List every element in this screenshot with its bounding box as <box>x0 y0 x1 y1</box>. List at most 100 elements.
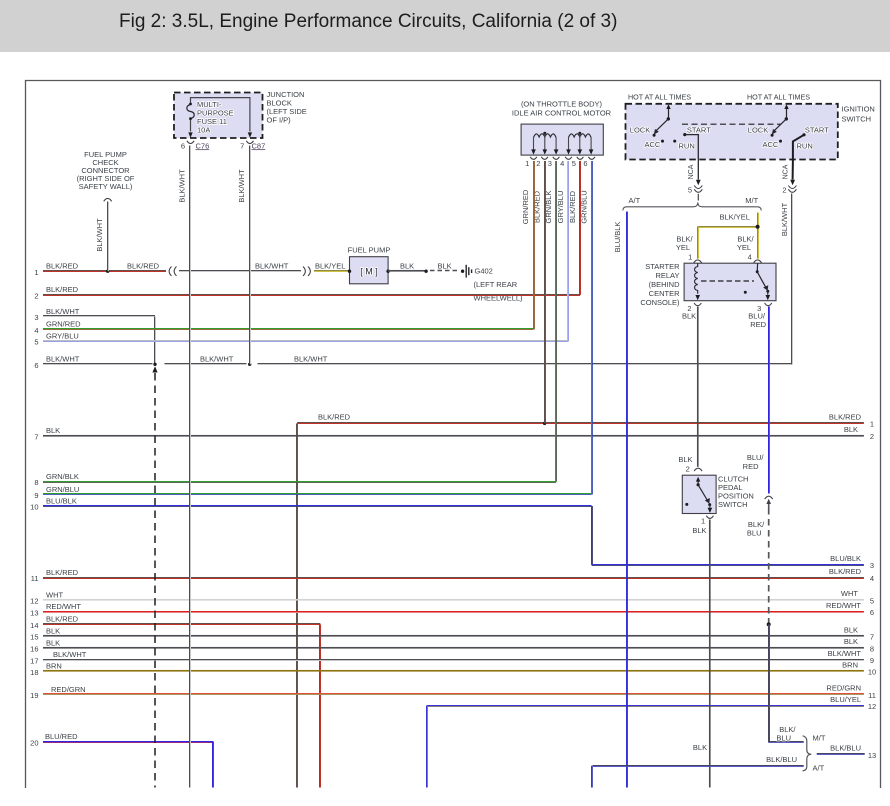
svg-text:BLK: BLK <box>693 743 707 752</box>
svg-text:10A: 10A <box>197 126 210 135</box>
svg-text:BLK: BLK <box>678 455 692 464</box>
svg-text:RED: RED <box>743 462 759 471</box>
svg-text:M/T: M/T <box>745 196 758 205</box>
svg-text:ACC: ACC <box>645 140 661 149</box>
svg-text:6: 6 <box>181 141 185 150</box>
svg-text:RED: RED <box>750 320 766 329</box>
svg-text:7: 7 <box>34 432 38 441</box>
svg-text:BLK: BLK <box>844 425 858 434</box>
svg-text:BLK: BLK <box>682 312 696 321</box>
svg-text:2: 2 <box>782 186 786 195</box>
svg-text:3: 3 <box>34 313 38 322</box>
svg-text:BLK/WHT: BLK/WHT <box>780 202 789 236</box>
svg-text:11: 11 <box>31 574 39 583</box>
svg-text:A/T: A/T <box>629 196 641 205</box>
svg-text:10: 10 <box>30 503 38 512</box>
svg-text:(BEHIND: (BEHIND <box>649 280 680 289</box>
svg-text:BLK/RED: BLK/RED <box>46 615 79 624</box>
svg-text:GRN/RED: GRN/RED <box>521 189 530 224</box>
svg-text:WHT: WHT <box>46 590 63 599</box>
svg-text:BLK/WHT: BLK/WHT <box>237 169 246 203</box>
svg-text:8: 8 <box>870 644 874 653</box>
svg-text:IGNITION: IGNITION <box>842 105 875 114</box>
svg-text:3: 3 <box>870 561 874 570</box>
svg-text:(LEFT REAR: (LEFT REAR <box>474 280 518 289</box>
svg-text:GRY/BLU: GRY/BLU <box>556 191 565 224</box>
svg-text:16: 16 <box>30 645 38 654</box>
svg-text:11: 11 <box>868 691 876 700</box>
svg-text:SWITCH: SWITCH <box>718 500 748 509</box>
svg-text:BLU/YEL: BLU/YEL <box>830 695 861 704</box>
svg-text:6: 6 <box>583 159 587 168</box>
svg-text:1: 1 <box>525 159 529 168</box>
svg-text:4: 4 <box>748 253 752 262</box>
svg-text:BLK: BLK <box>844 637 858 646</box>
svg-text:BRN: BRN <box>46 662 62 671</box>
svg-text:BLK: BLK <box>692 526 706 535</box>
svg-text:1: 1 <box>701 517 705 526</box>
svg-text:BLK: BLK <box>46 426 60 435</box>
svg-text:BLK/RED: BLK/RED <box>46 262 79 271</box>
svg-text:LOCK: LOCK <box>748 125 768 134</box>
svg-text:GRY/BLU: GRY/BLU <box>46 331 79 340</box>
svg-text:BLK/WHT: BLK/WHT <box>828 649 862 658</box>
svg-text:BLK/RED: BLK/RED <box>568 190 577 223</box>
svg-text:IDLE AIR CONTROL MOTOR: IDLE AIR CONTROL MOTOR <box>512 108 612 117</box>
svg-text:BLK/RED: BLK/RED <box>829 413 862 422</box>
svg-text:CONSOLE): CONSOLE) <box>640 298 680 307</box>
svg-text:BLK: BLK <box>46 626 60 635</box>
svg-text:RED/WHT: RED/WHT <box>46 602 81 611</box>
svg-text:6: 6 <box>34 361 38 370</box>
svg-text:7: 7 <box>870 632 874 641</box>
svg-text:1: 1 <box>870 420 874 429</box>
svg-text:BLK/WHT: BLK/WHT <box>46 307 80 316</box>
svg-text:2: 2 <box>870 432 874 441</box>
svg-text:BLK/WHT: BLK/WHT <box>294 355 328 364</box>
svg-text:BLK/YEL: BLK/YEL <box>315 262 345 271</box>
svg-text:[ M ]: [ M ] <box>360 267 378 277</box>
svg-text:6: 6 <box>870 608 874 617</box>
svg-text:Fig 2: 3.5L, Engine Performanc: Fig 2: 3.5L, Engine Performance Circuits… <box>119 11 617 32</box>
svg-text:A/T: A/T <box>813 764 825 773</box>
svg-text:BLK/RED: BLK/RED <box>46 285 79 294</box>
svg-text:5: 5 <box>572 159 576 168</box>
svg-text:2: 2 <box>536 159 540 168</box>
svg-text:BLK/BLU: BLK/BLU <box>830 744 861 753</box>
svg-text:BLK: BLK <box>46 638 60 647</box>
svg-text:RED/WHT: RED/WHT <box>826 601 861 610</box>
svg-text:NCA: NCA <box>782 164 789 179</box>
svg-text:13: 13 <box>868 751 876 760</box>
svg-text:BLK/BLU: BLK/BLU <box>766 755 797 764</box>
svg-text:5: 5 <box>688 186 692 195</box>
svg-text:WHT: WHT <box>841 589 858 598</box>
svg-text:BLK/WHT: BLK/WHT <box>53 650 87 659</box>
svg-text:YEL: YEL <box>676 243 690 252</box>
svg-text:CENTER: CENTER <box>649 289 680 298</box>
svg-text:BLK/RED: BLK/RED <box>829 567 862 576</box>
svg-text:15: 15 <box>30 633 38 642</box>
svg-text:BLU/RED: BLU/RED <box>45 732 78 741</box>
svg-text:18: 18 <box>30 668 38 677</box>
svg-text:BLU/BLK: BLU/BLK <box>830 554 861 563</box>
svg-text:10: 10 <box>868 668 876 677</box>
svg-text:BLK/RED: BLK/RED <box>46 568 79 577</box>
svg-text:BLK/WHT: BLK/WHT <box>255 262 289 271</box>
svg-text:YEL: YEL <box>737 243 751 252</box>
svg-text:5: 5 <box>870 596 874 605</box>
svg-text:BLK/WHT: BLK/WHT <box>200 355 234 364</box>
svg-text:GRN/BLU: GRN/BLU <box>46 485 79 494</box>
svg-text:HOT AT ALL TIMES: HOT AT ALL TIMES <box>628 92 691 101</box>
svg-text:LOCK: LOCK <box>630 125 650 134</box>
svg-text:BLK/RED: BLK/RED <box>127 262 160 271</box>
svg-text:1: 1 <box>34 268 38 277</box>
svg-text:SAFETY WALL): SAFETY WALL) <box>79 182 133 191</box>
svg-text:START: START <box>687 126 711 135</box>
svg-text:BLK/WHT: BLK/WHT <box>95 218 104 252</box>
svg-text:START: START <box>805 126 829 135</box>
svg-text:12: 12 <box>30 597 38 606</box>
svg-text:HOT AT ALL TIMES: HOT AT ALL TIMES <box>747 92 810 101</box>
svg-text:19: 19 <box>30 691 38 700</box>
svg-text:BLU: BLU <box>776 733 791 742</box>
svg-text:1: 1 <box>688 253 692 262</box>
svg-text:17: 17 <box>30 656 38 665</box>
